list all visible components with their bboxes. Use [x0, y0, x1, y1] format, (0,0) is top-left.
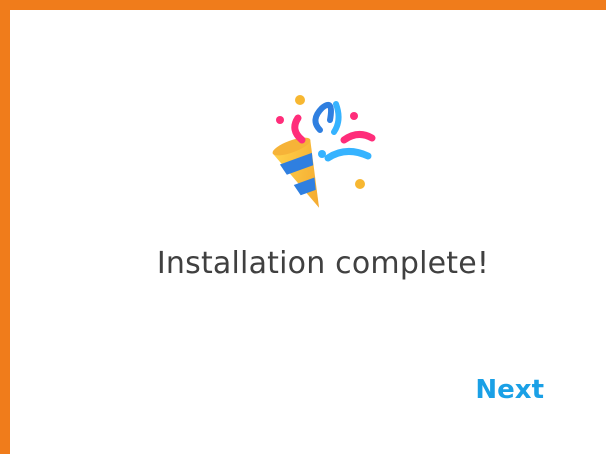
installer-window: Installation complete! Next: [0, 0, 606, 454]
next-button[interactable]: Next: [475, 375, 544, 405]
party-popper-icon: [250, 90, 390, 220]
installation-status-title: Installation complete!: [156, 246, 490, 281]
